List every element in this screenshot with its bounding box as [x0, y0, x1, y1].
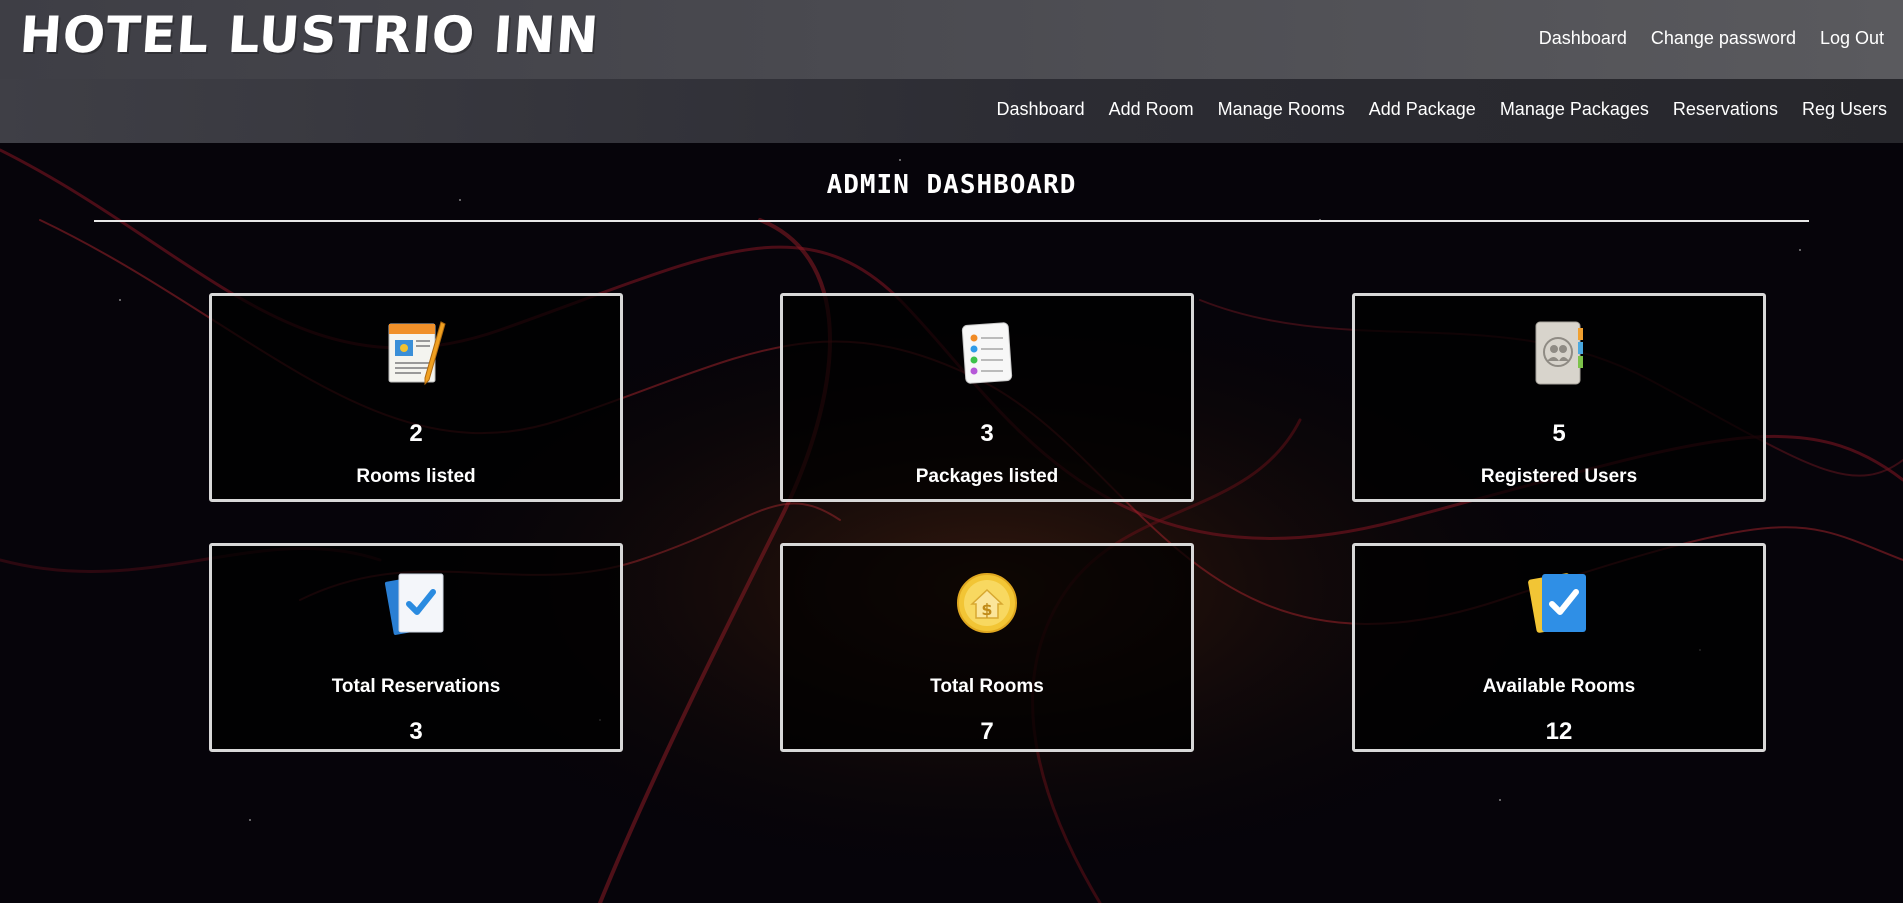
brand-title[interactable]: HOTEL LUSTRIO INN — [18, 6, 601, 64]
reminders-list-icon — [961, 322, 1013, 384]
total-rooms-label: Total Rooms — [930, 676, 1044, 697]
stat-card-available-rooms[interactable]: Available Rooms 12 — [1352, 543, 1766, 752]
stat-card-packages-listed[interactable]: 3 Packages listed — [780, 293, 1194, 502]
top-bar: HOTEL LUSTRIO INN Dashboard Change passw… — [0, 0, 1903, 79]
house-dollar-coin-icon: $ — [957, 573, 1017, 633]
stat-card-total-reservations[interactable]: Total Reservations 3 — [209, 543, 623, 752]
registered-users-label: Registered Users — [1480, 466, 1638, 487]
total-reservations-count: 3 — [409, 718, 423, 745]
blue-check-notes-icon — [1528, 573, 1586, 633]
menu-manage-packages[interactable]: Manage Packages — [1500, 99, 1649, 120]
logout-link[interactable]: Log Out — [1820, 28, 1884, 49]
svg-text:$: $ — [981, 600, 992, 619]
available-rooms-count: 12 — [1545, 718, 1573, 745]
registered-users-count: 5 — [1552, 420, 1566, 447]
admin-menu: Dashboard Add Room Manage Rooms Add Pack… — [997, 99, 1887, 120]
rooms-listed-label: Rooms listed — [356, 466, 476, 487]
total-rooms-count: 7 — [980, 718, 994, 745]
menu-reg-users[interactable]: Reg Users — [1802, 99, 1887, 120]
menu-reservations[interactable]: Reservations — [1673, 99, 1778, 120]
change-password-link[interactable]: Change password — [1651, 28, 1796, 49]
total-reservations-label: Total Reservations — [331, 676, 501, 697]
menu-add-package[interactable]: Add Package — [1369, 99, 1476, 120]
admin-menu-bar: Dashboard Add Room Manage Rooms Add Pack… — [0, 79, 1903, 143]
page-title: ADMIN DASHBOARD — [826, 170, 1077, 200]
available-rooms-label: Available Rooms — [1482, 676, 1636, 697]
packages-listed-count: 3 — [980, 420, 994, 447]
menu-manage-rooms[interactable]: Manage Rooms — [1218, 99, 1345, 120]
pages-document-icon — [388, 321, 446, 386]
menu-add-room[interactable]: Add Room — [1109, 99, 1194, 120]
contacts-book-icon — [1535, 321, 1583, 385]
stat-card-total-rooms[interactable]: $ Total Rooms 7 — [780, 543, 1194, 752]
stat-card-registered-users[interactable]: 5 Registered Users — [1352, 293, 1766, 502]
packages-listed-label: Packages listed — [915, 466, 1059, 487]
top-nav-dashboard-link[interactable]: Dashboard — [1539, 28, 1627, 49]
rooms-listed-count: 2 — [409, 420, 423, 447]
stat-card-rooms-listed[interactable]: 2 Rooms listed — [209, 293, 623, 502]
title-divider — [94, 220, 1809, 222]
menu-dashboard[interactable]: Dashboard — [997, 99, 1085, 120]
top-nav: Dashboard Change password Log Out — [1539, 28, 1884, 49]
checked-document-icon — [384, 573, 444, 635]
